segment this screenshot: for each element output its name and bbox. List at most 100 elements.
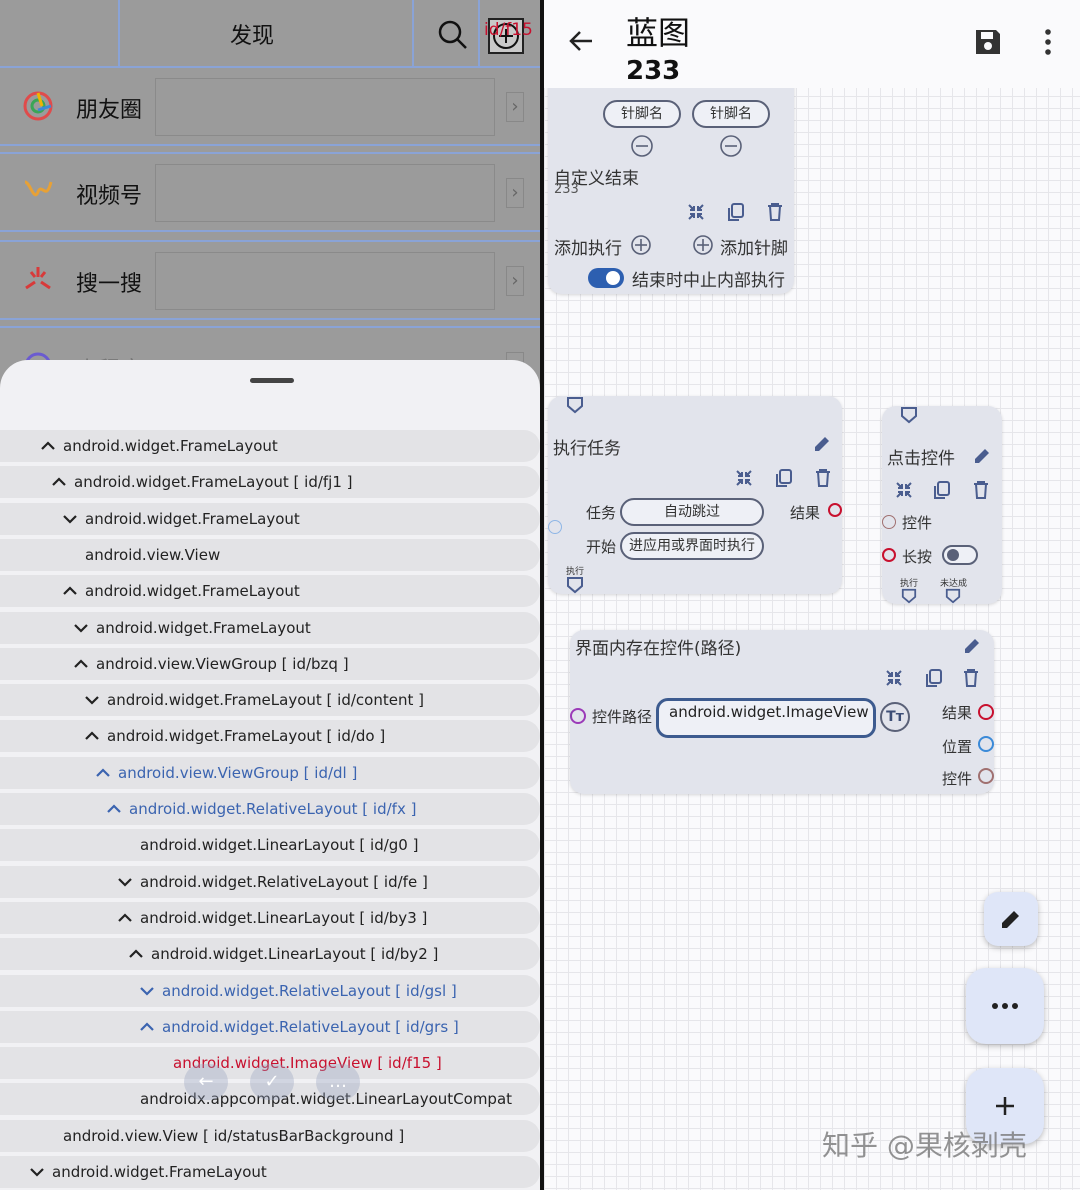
collapse-icon[interactable] <box>734 468 754 488</box>
collapse-icon[interactable] <box>884 668 904 688</box>
tree-row[interactable]: android.widget.LinearLayout [ id/g0 ] <box>0 829 540 861</box>
tree-row[interactable]: android.view.View <box>0 539 540 571</box>
more-fab[interactable] <box>966 968 1044 1044</box>
result-label: 结果 <box>790 504 821 522</box>
longpress-pin[interactable] <box>882 548 896 562</box>
tree-row[interactable]: android.widget.RelativeLayout [ id/grs ] <box>0 1011 540 1043</box>
tree-row[interactable]: android.widget.FrameLayout <box>0 503 540 535</box>
custom-end-node[interactable]: 针脚名 针脚名 自定义结束 233 添加执行 添加针脚 结束时中止内部执行 <box>548 60 794 294</box>
start-value[interactable]: 进应用或界面时执行 <box>620 532 764 560</box>
edit-fab[interactable] <box>984 892 1038 946</box>
delete-icon[interactable] <box>972 480 990 500</box>
edit-icon[interactable] <box>972 446 992 466</box>
delete-icon[interactable] <box>814 468 832 488</box>
result-pin[interactable] <box>978 704 994 720</box>
drag-handle[interactable] <box>250 378 294 383</box>
chevron-up-icon[interactable] <box>50 473 68 491</box>
chevron-down-icon[interactable] <box>116 873 134 891</box>
path-pin[interactable] <box>570 708 586 724</box>
chevron-up-icon[interactable] <box>138 1018 156 1036</box>
more-vert-icon[interactable] <box>1044 28 1052 56</box>
chevron-up-icon[interactable] <box>127 945 145 963</box>
tree-row-label: android.view.View [ id/statusBarBackgrou… <box>63 1127 405 1145</box>
chevron-down-icon[interactable] <box>61 510 79 528</box>
tree-row[interactable]: android.view.ViewGroup [ id/bzq ] <box>0 648 540 680</box>
tree-row[interactable]: android.widget.FrameLayout [ id/content … <box>0 684 540 716</box>
path-label: 控件路径 <box>592 708 653 726</box>
exec-in-pin-icon[interactable] <box>900 406 918 424</box>
result-pin[interactable] <box>828 503 842 517</box>
click-control-node[interactable]: 点击控件 控件 长按 执行 未达成 <box>882 406 1002 604</box>
back-arrow-icon[interactable] <box>566 26 596 56</box>
tree-row[interactable]: android.widget.FrameLayout [ id/do ] <box>0 720 540 752</box>
tree-row[interactable]: android.widget.LinearLayout [ id/by3 ] <box>0 902 540 934</box>
list-item-search[interactable]: 搜一搜 › <box>0 240 540 320</box>
tree-row[interactable]: android.widget.RelativeLayout [ id/fx ] <box>0 793 540 825</box>
text-format-icon[interactable]: Tт <box>880 702 910 732</box>
task-value[interactable]: 自动跳过 <box>620 498 764 526</box>
tree-row[interactable]: android.widget.FrameLayout <box>0 1156 540 1188</box>
list-item-channels[interactable]: 视频号 › <box>0 152 540 232</box>
tree-row[interactable]: android.widget.RelativeLayout [ id/gsl ] <box>0 975 540 1007</box>
control-exists-node[interactable]: 界面内存在控件(路径) 控件路径 android.widget.ImageVie… <box>570 630 994 794</box>
remove-circle-icon[interactable] <box>719 134 743 158</box>
chevron-down-icon[interactable] <box>83 691 101 709</box>
tree-row[interactable]: android.widget.FrameLayout <box>0 612 540 644</box>
chevron-right-icon: › <box>506 92 524 122</box>
chevron-down-icon[interactable] <box>72 619 90 637</box>
copy-icon[interactable] <box>924 668 944 688</box>
chevron-up-icon[interactable] <box>105 800 123 818</box>
add-circle-icon[interactable] <box>692 234 714 256</box>
tree-row[interactable]: android.view.ViewGroup [ id/dl ] <box>0 757 540 789</box>
tree-row[interactable]: android.view.View [ id/statusBarBackgrou… <box>0 1120 540 1152</box>
edit-icon <box>1002 911 1019 928</box>
pin-name-1[interactable]: 针脚名 <box>603 100 681 128</box>
tree-row[interactable]: android.widget.FrameLayout [ id/fj1 ] <box>0 466 540 498</box>
longpress-toggle[interactable] <box>942 545 978 565</box>
control-pin[interactable] <box>978 768 994 784</box>
add-pin-label[interactable]: 添加针脚 <box>720 234 788 259</box>
chevron-up-icon[interactable] <box>39 437 57 455</box>
collapse-icon[interactable] <box>894 480 914 500</box>
input-pin[interactable] <box>548 520 562 534</box>
save-icon[interactable] <box>974 28 1002 56</box>
copy-icon[interactable] <box>774 468 794 488</box>
exec-in-pin-icon[interactable] <box>566 396 584 414</box>
edit-icon[interactable] <box>812 434 832 454</box>
copy-icon[interactable] <box>932 480 952 500</box>
add-circle-icon[interactable] <box>630 234 652 256</box>
exec-out-pin-icon[interactable] <box>566 576 584 594</box>
chevron-up-icon[interactable] <box>83 727 101 745</box>
collapse-icon[interactable] <box>686 202 706 222</box>
tree-row[interactable]: android.widget.FrameLayout <box>0 430 540 462</box>
chevron-down-icon[interactable] <box>138 982 156 1000</box>
chevron-down-icon[interactable] <box>28 1163 46 1181</box>
pin-name-2[interactable]: 针脚名 <box>692 100 770 128</box>
delete-icon[interactable] <box>766 202 784 222</box>
control-pin[interactable] <box>882 515 896 529</box>
position-pin[interactable] <box>978 736 994 752</box>
remove-circle-icon[interactable] <box>630 134 654 158</box>
exec-out-pin-icon[interactable] <box>900 588 918 604</box>
chevron-up-icon[interactable] <box>72 655 90 673</box>
chevron-up-icon[interactable] <box>94 764 112 782</box>
exec-task-node[interactable]: 执行任务 任务 自动跳过 结果 开始 进应用或界面时执行 执行 <box>548 396 842 594</box>
tree-row[interactable]: android.widget.RelativeLayout [ id/fe ] <box>0 866 540 898</box>
stop-inner-toggle[interactable] <box>588 268 624 288</box>
copy-icon[interactable] <box>726 202 746 222</box>
chevron-up-icon[interactable] <box>61 582 79 600</box>
more-dots-icon[interactable]: … <box>316 1064 360 1100</box>
tree-row[interactable]: android.widget.LinearLayout [ id/by2 ] <box>0 938 540 970</box>
chevron-up-icon[interactable] <box>116 909 134 927</box>
fail-out-pin-icon[interactable] <box>944 588 962 604</box>
back-arrow-icon[interactable]: ← <box>184 1064 228 1100</box>
tree-row[interactable]: android.widget.FrameLayout <box>0 575 540 607</box>
add-exec-label[interactable]: 添加执行 <box>554 234 622 259</box>
edit-icon[interactable] <box>962 636 982 656</box>
path-input[interactable]: android.widget.ImageView <box>656 698 876 738</box>
search-icon[interactable] <box>436 18 470 52</box>
list-item-moments[interactable]: 朋友圈 › <box>0 66 540 146</box>
delete-icon[interactable] <box>962 668 980 688</box>
app-bar: 蓝图 233 <box>544 0 1080 88</box>
check-icon[interactable]: ✓ <box>250 1064 294 1100</box>
